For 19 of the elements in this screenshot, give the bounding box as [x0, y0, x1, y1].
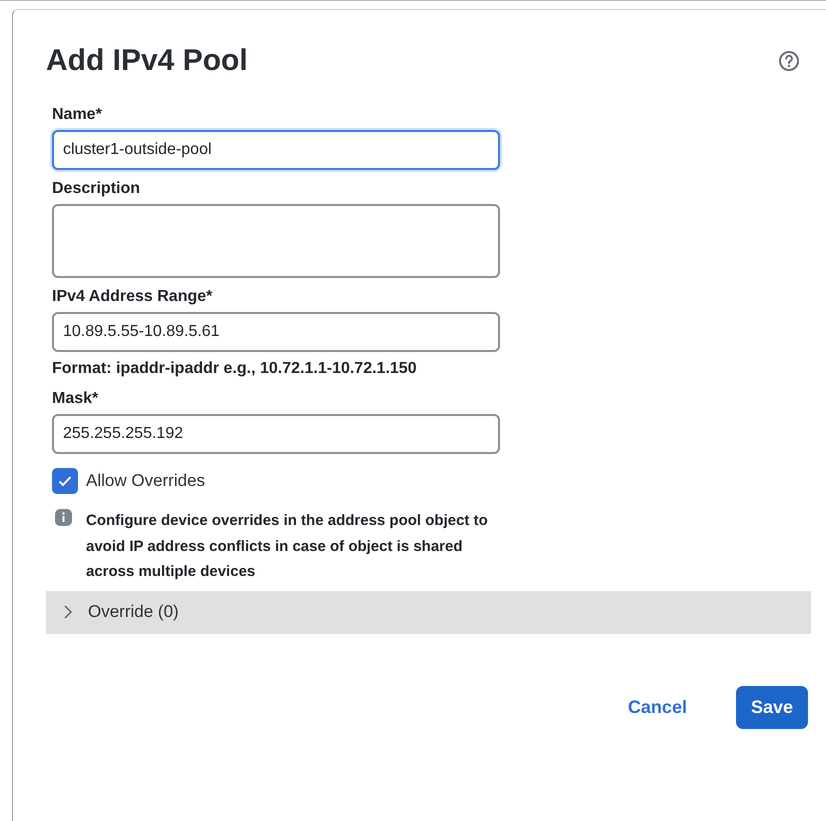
info-message: Configure device overrides in the address pool object to avoid IP address conflicts in case of object is shared across multiple devices — [86, 511, 489, 582]
checkbox-label: Allow Overrides — [86, 471, 206, 491]
input-field[interactable]: 10.89.5.55-10.89.5.61 — [52, 312, 500, 352]
info-icon — [55, 509, 72, 526]
input-field[interactable]: 255.255.255.192 — [52, 414, 500, 454]
description-field[interactable] — [52, 204, 500, 278]
field-label: IPv4 Address Range* — [52, 288, 214, 306]
help-icon[interactable] — [778, 50, 800, 72]
save-button[interactable]: Save — [736, 686, 808, 728]
field-label: Description — [52, 180, 142, 198]
input-field[interactable]: cluster1-outside-pool — [52, 130, 500, 170]
field-label: Name* — [52, 106, 103, 124]
cancel-button[interactable]: Cancel — [612, 686, 702, 728]
dialog-title: Add IPv4 Pool — [46, 44, 248, 78]
field-label: Mask* — [52, 390, 100, 408]
format-hint: Format: ipaddr-ipaddr e.g., 10.72.1.1-10.72.1.150 — [52, 360, 418, 378]
checkbox[interactable] — [52, 468, 78, 494]
override-accordion[interactable]: Override (0) — [46, 590, 811, 634]
chevron-icon — [62, 605, 74, 619]
